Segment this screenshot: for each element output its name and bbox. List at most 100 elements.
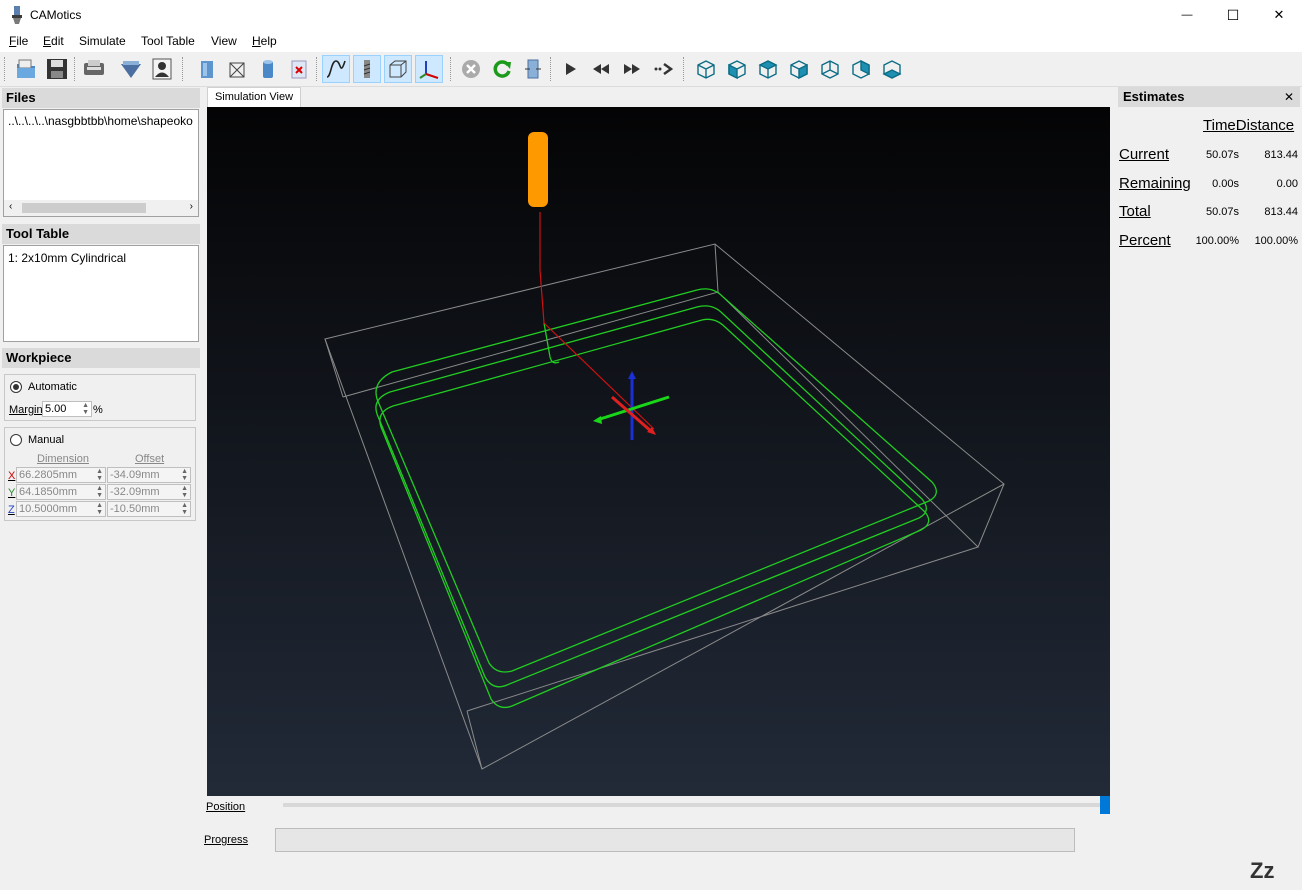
estimate-percent-distance: 100.00%: [1254, 235, 1298, 247]
margin-label: Margin: [9, 404, 43, 416]
tab-simulation-view[interactable]: Simulation View: [207, 87, 301, 107]
estimate-remaining-distance: 0.00: [1276, 178, 1298, 190]
spin-arrows-icon[interactable]: ▲ ▼: [96, 468, 103, 482]
play-button[interactable]: [556, 55, 584, 83]
view-front-icon: [728, 60, 746, 80]
menu-help[interactable]: Help: [252, 34, 277, 48]
wireframe-button[interactable]: [223, 55, 251, 83]
export-gcode-button[interactable]: [519, 55, 547, 83]
show-tool-bit-button[interactable]: [353, 55, 381, 83]
rewind-button[interactable]: [587, 55, 615, 83]
hide-surface-button[interactable]: [285, 55, 313, 83]
menu-simulate[interactable]: Simulate: [79, 34, 126, 48]
position-slider-handle[interactable]: [1100, 796, 1110, 814]
offset-y-input[interactable]: -32.09mm ▲ ▼: [107, 484, 191, 500]
rerun-button[interactable]: [488, 55, 516, 83]
menu-file[interactable]: File: [9, 34, 28, 48]
save-button[interactable]: [43, 55, 71, 83]
show-workpiece-icon: [201, 61, 213, 78]
view-back-icon: [821, 60, 839, 79]
estimate-current-time: 50.07s: [1205, 149, 1239, 161]
spin-arrows-icon[interactable]: ▲ ▼: [181, 485, 188, 499]
position-slider-track[interactable]: [283, 796, 1110, 814]
menu-edit[interactable]: Edit: [43, 34, 64, 48]
tool-item[interactable]: 1: 2x10mm Cylindrical: [8, 251, 126, 265]
margin-input[interactable]: 5.00 ▲ ▼: [42, 401, 92, 417]
cutting-tool: [528, 132, 548, 207]
view-front-button[interactable]: [723, 55, 751, 83]
step-button[interactable]: [649, 55, 677, 83]
open-button[interactable]: [12, 55, 40, 83]
close-estimates-icon[interactable]: ✕: [1284, 87, 1294, 107]
progress-bar: [275, 828, 1075, 852]
tool-table-list[interactable]: 1: 2x10mm Cylindrical: [3, 245, 199, 342]
estimate-percent-time: 100.00%: [1195, 235, 1239, 247]
manual-radio[interactable]: [10, 434, 22, 446]
show-path-button[interactable]: [322, 55, 350, 83]
automatic-group: Automatic Margin 5.00 ▲ ▼ %: [4, 374, 196, 421]
estimates-header: TimeDistance: [1203, 117, 1295, 134]
spin-arrows-icon[interactable]: ▲ ▼: [96, 485, 103, 499]
view-top-button[interactable]: [754, 55, 782, 83]
view-bottom-button[interactable]: [878, 55, 906, 83]
stop-icon: [462, 60, 480, 78]
offset-x-input[interactable]: -34.09mm ▲ ▼: [107, 467, 191, 483]
spin-arrows-icon[interactable]: ▲ ▼: [181, 468, 188, 482]
estimates-panel-title: Estimates ✕: [1118, 87, 1300, 107]
maximize-button[interactable]: ☐: [1210, 0, 1256, 30]
workpiece-bounding-box: [324, 243, 1005, 770]
spin-arrows-icon[interactable]: ▲ ▼: [82, 402, 89, 416]
scrollbar-thumb[interactable]: [22, 203, 146, 213]
dimension-y-input[interactable]: 64.1850mm ▲ ▼: [16, 484, 106, 500]
scroll-left-icon[interactable]: ‹: [9, 201, 12, 212]
view-back-button[interactable]: [816, 55, 844, 83]
import-tool-button[interactable]: [117, 55, 145, 83]
files-horizontal-scrollbar[interactable]: ‹ ›: [4, 200, 198, 216]
menu-bar: File Edit Simulate Tool Table View Help: [0, 30, 1302, 52]
menu-tool-table[interactable]: Tool Table: [141, 34, 195, 48]
automatic-radio[interactable]: [10, 381, 22, 393]
minimize-button[interactable]: —: [1164, 0, 1210, 30]
manual-group: Manual Dimension Offset X 66.2805mm ▲ ▼ -3…: [4, 427, 196, 521]
offset-z-input[interactable]: -10.50mm ▲ ▼: [107, 501, 191, 517]
show-tool-icon: [263, 60, 273, 78]
maximize-icon: ☐: [1226, 6, 1240, 23]
show-axes-icon: [419, 61, 439, 79]
toolpath: [375, 288, 937, 709]
dimension-z-input[interactable]: 10.5000mm ▲ ▼: [16, 501, 106, 517]
menu-view[interactable]: View: [211, 34, 237, 48]
camotics-app-icon: [12, 6, 22, 24]
window-title: CAMotics: [30, 8, 82, 22]
file-item[interactable]: ..\..\..\..\nasgbbtbb\home\shapeoko: [8, 114, 198, 128]
view-right-button[interactable]: [785, 55, 813, 83]
save-file-icon: [47, 59, 67, 79]
dimension-x-input[interactable]: 66.2805mm ▲ ▼: [16, 467, 106, 483]
estimate-total-distance: 813.44: [1264, 206, 1298, 218]
show-workpiece-button[interactable]: [193, 55, 221, 83]
view-iso-button[interactable]: [692, 55, 720, 83]
files-list[interactable]: ..\..\..\..\nasgbbtbb\home\shapeoko ‹ ›: [3, 109, 199, 217]
show-bbox-button[interactable]: [384, 55, 412, 83]
estimate-remaining-time: 0.00s: [1212, 178, 1239, 190]
view-iso-icon: [697, 60, 715, 79]
view-left-icon: [852, 59, 870, 79]
export-icon: [84, 60, 104, 75]
show-bbox-icon: [389, 60, 407, 78]
sleep-status-icon: Zz: [1250, 858, 1275, 883]
user-button[interactable]: [148, 55, 176, 83]
manual-label: Manual: [28, 434, 65, 446]
spin-arrows-icon[interactable]: ▲ ▼: [96, 502, 103, 516]
estimate-current-label: Current: [1119, 146, 1170, 163]
show-axes-button[interactable]: [415, 55, 443, 83]
stop-button[interactable]: [457, 55, 485, 83]
show-tool-button[interactable]: [254, 55, 282, 83]
scroll-right-icon[interactable]: ›: [190, 201, 193, 212]
open-file-icon: [17, 59, 35, 78]
close-button[interactable]: ✕: [1256, 0, 1302, 30]
export-button[interactable]: [80, 55, 108, 83]
spin-arrows-icon[interactable]: ▲ ▼: [181, 502, 188, 516]
simulation-viewport[interactable]: [207, 107, 1110, 796]
fast-forward-button[interactable]: [618, 55, 646, 83]
progress-label: Progress: [204, 834, 249, 846]
view-left-button[interactable]: [847, 55, 875, 83]
